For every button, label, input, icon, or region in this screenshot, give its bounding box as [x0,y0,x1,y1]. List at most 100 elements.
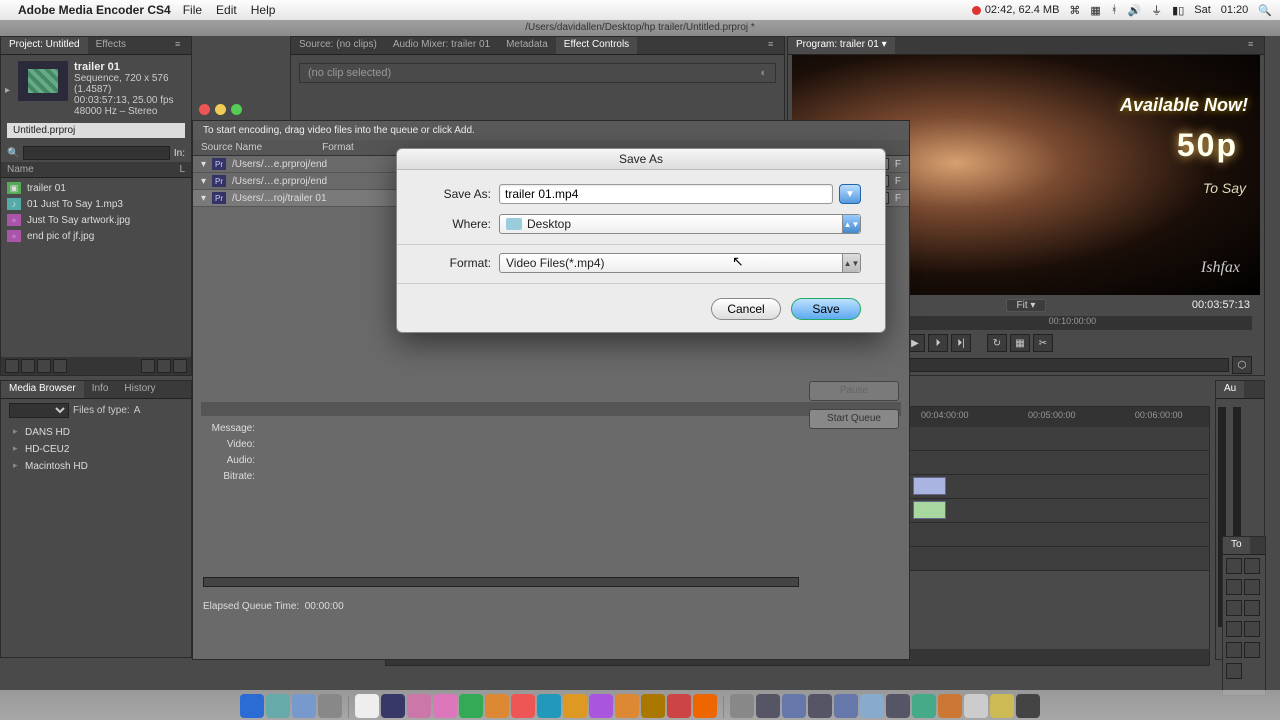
audio-clip[interactable] [913,501,946,519]
dock-app-icon[interactable] [886,694,910,718]
project-item[interactable]: ♪01 Just To Say 1.mp3 [1,196,191,212]
export-frame-icon[interactable]: ✂ [1033,334,1053,352]
panel-menu-icon[interactable]: ≡ [768,39,782,53]
dock-app-icon[interactable] [292,694,316,718]
razor-tool-icon[interactable] [1244,600,1260,616]
dock-app-icon[interactable] [964,694,988,718]
dock-app-icon[interactable] [355,694,379,718]
zoom-tool-icon[interactable] [1226,663,1242,679]
drive-item[interactable]: Macintosh HD [9,458,183,475]
dock-app-icon[interactable] [756,694,780,718]
collapse-icon[interactable]: ▾ [201,176,206,187]
app-name[interactable]: Adobe Media Encoder CS4 [18,3,171,17]
dock-app-icon[interactable] [730,694,754,718]
step-fwd-icon[interactable]: ⏵ [928,334,948,352]
tab-effect-controls[interactable]: Effect Controls [556,37,637,54]
tab-source[interactable]: Source: (no clips) [291,37,385,54]
dock-app-icon[interactable] [860,694,884,718]
dock-app-icon[interactable] [990,694,1014,718]
directory-select[interactable] [9,403,69,418]
cancel-button[interactable]: Cancel [711,298,781,320]
rolling-tool-icon[interactable] [1244,579,1260,595]
dock-app-icon[interactable] [589,694,613,718]
dock-app-icon[interactable] [433,694,457,718]
jog-icon[interactable]: ⬡ [1232,356,1252,374]
queue-scrollbar[interactable] [201,402,901,416]
automate-icon[interactable] [37,359,51,373]
tab-audio-meter[interactable]: Au [1216,381,1244,398]
find-icon[interactable] [53,359,67,373]
tab-project[interactable]: Project: Untitled [1,37,88,54]
dock-app-icon[interactable] [381,694,405,718]
dock-app-icon[interactable] [485,694,509,718]
dock-app-icon[interactable] [266,694,290,718]
tab-info[interactable]: Info [84,381,117,398]
dock-app-icon[interactable] [537,694,561,718]
expand-toggle-icon[interactable]: ▼ [839,184,861,204]
dock-app-icon[interactable] [318,694,342,718]
dock-app-icon[interactable] [834,694,858,718]
new-bin-icon[interactable] [141,359,155,373]
zoom-icon[interactable] [231,104,242,115]
collapse-icon[interactable]: ▾ [201,159,206,170]
tab-media-browser[interactable]: Media Browser [1,381,84,398]
dock-app-icon[interactable] [808,694,832,718]
minimize-icon[interactable] [215,104,226,115]
record-indicator[interactable]: 02:42, 62.4 MB [972,4,1060,16]
col-name[interactable]: Name [7,164,34,175]
clock-time[interactable]: 01:20 [1221,4,1249,16]
pen-tool-icon[interactable] [1226,642,1242,658]
drive-item[interactable]: HD-CEU2 [9,441,183,458]
tab-tools[interactable]: To [1223,537,1250,554]
dock-app-icon[interactable] [459,694,483,718]
goto-out-icon[interactable]: ⏵| [951,334,971,352]
panel-menu-icon[interactable]: ≡ [1248,39,1262,53]
zoom-fit-select[interactable]: Fit ▾ [1006,299,1047,312]
track-select-tool-icon[interactable] [1244,558,1260,574]
search-icon[interactable]: 🔍 [7,148,19,159]
dock-app-icon[interactable] [407,694,431,718]
dock-app-icon[interactable] [1016,694,1040,718]
dock-app-icon[interactable] [667,694,691,718]
volume-icon[interactable]: 🔊 [1127,4,1141,17]
dock-app-icon[interactable] [563,694,587,718]
tab-program[interactable]: Program: trailer 01 ▾ [788,37,895,54]
menu-edit[interactable]: Edit [216,3,237,17]
dock-app-icon[interactable] [912,694,936,718]
dock-app-icon[interactable] [782,694,806,718]
chevron-down-icon[interactable]: ▾ [882,39,887,50]
dock-app-icon[interactable] [615,694,639,718]
menu-help[interactable]: Help [251,3,276,17]
menu-file[interactable]: File [183,3,202,17]
tab-effects[interactable]: Effects [88,37,134,54]
ripple-tool-icon[interactable] [1226,579,1242,595]
save-button[interactable]: Save [791,298,861,320]
spaces-icon[interactable]: ▦ [1090,4,1100,17]
project-search-input[interactable] [23,146,169,160]
play-thumb-icon[interactable]: ▸ [5,85,10,117]
dock-app-icon[interactable] [693,694,717,718]
where-select[interactable]: Desktop ▲▼ [499,214,861,234]
menu-extra-icon[interactable]: ⌘ [1069,4,1080,17]
spotlight-icon[interactable]: 🔍 [1258,4,1272,17]
clip-menu-icon[interactable]: ◐ [760,67,767,79]
format-select[interactable]: Video Files(*.mp4) ▲▼ [499,253,861,273]
close-icon[interactable] [199,104,210,115]
panel-menu-icon[interactable]: ≡ [175,39,189,53]
battery-icon[interactable]: ▮▯ [1172,4,1184,17]
dock-app-icon[interactable] [641,694,665,718]
delete-icon[interactable] [173,359,187,373]
video-clip[interactable] [913,477,946,495]
new-item-icon[interactable] [157,359,171,373]
project-item[interactable]: ▫end pic of jf.jpg [1,228,191,244]
project-item[interactable]: ▫Just To Say artwork.jpg [1,212,191,228]
project-item[interactable]: ▣trailer 01 [1,180,191,196]
tab-metadata[interactable]: Metadata [498,37,556,54]
sequence-thumb[interactable] [18,61,68,101]
slip-tool-icon[interactable] [1226,621,1242,637]
dock-app-icon[interactable] [511,694,535,718]
bluetooth-icon[interactable]: ᚼ [1111,4,1118,16]
clock-day[interactable]: Sat [1194,4,1211,16]
dock-app-icon[interactable] [240,694,264,718]
icon-view-icon[interactable] [21,359,35,373]
